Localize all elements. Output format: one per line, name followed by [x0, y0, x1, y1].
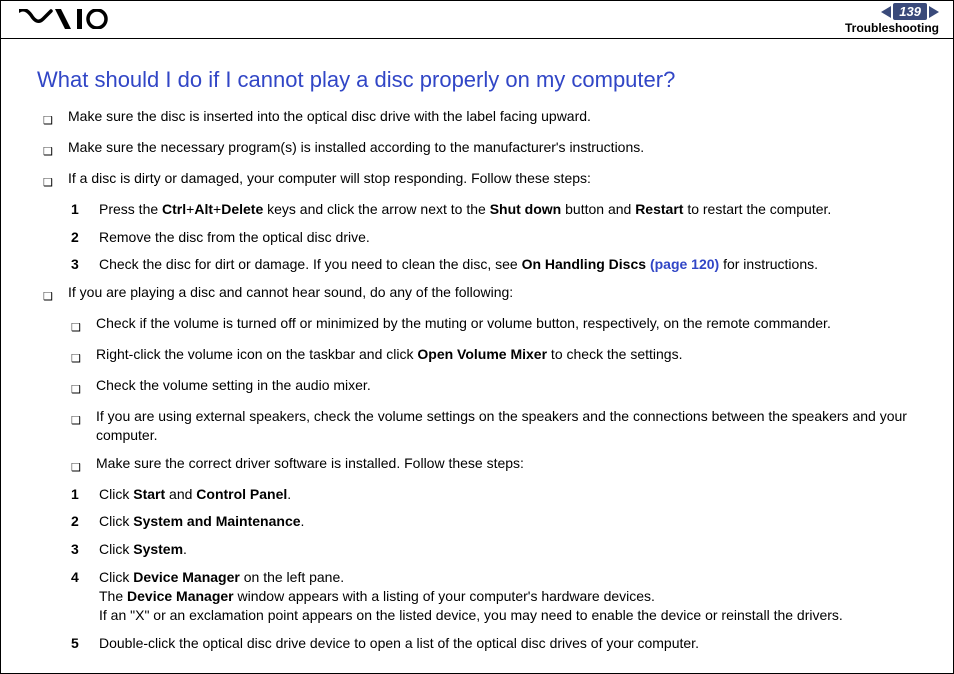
square-bullet-icon [71, 317, 82, 336]
page-number: 139 [893, 3, 927, 20]
step-number: 1 [71, 200, 85, 219]
square-bullet-icon [43, 110, 54, 129]
page-number-nav: 139 [881, 3, 939, 20]
square-bullet-icon [43, 141, 54, 160]
square-bullet-icon [71, 379, 82, 398]
step-text: Double-click the optical disc drive devi… [99, 634, 917, 653]
bullet-item: Make sure the disc is inserted into the … [43, 107, 917, 129]
square-bullet-icon [71, 410, 82, 429]
step-number: 1 [71, 485, 85, 504]
numbered-step: 4 Click Device Manager on the left pane.T… [71, 568, 917, 625]
sub-bullet-item: Right-click the volume icon on the taskb… [71, 345, 917, 367]
page-title: What should I do if I cannot play a disc… [37, 67, 917, 93]
page-link[interactable]: (page 120) [650, 256, 719, 272]
step-text: Press the Ctrl+Alt+Delete keys and click… [99, 200, 917, 219]
step-number: 3 [71, 255, 85, 274]
prev-page-arrow-icon[interactable] [881, 6, 891, 18]
numbered-step: 1 Click Start and Control Panel. [71, 485, 917, 504]
numbered-step: 2 Click System and Maintenance. [71, 512, 917, 531]
sub-bullet-item: Make sure the correct driver software is… [71, 454, 917, 476]
next-page-arrow-icon[interactable] [929, 6, 939, 18]
step-number: 2 [71, 228, 85, 247]
sub-bullet-item: Check the volume setting in the audio mi… [71, 376, 917, 398]
square-bullet-icon [43, 286, 54, 305]
page-header: 139 Troubleshooting [1, 1, 953, 39]
step-text: Click Device Manager on the left pane.Th… [99, 568, 917, 625]
step-number: 5 [71, 634, 85, 653]
page-content: What should I do if I cannot play a disc… [1, 39, 953, 672]
step-text: Remove the disc from the optical disc dr… [99, 228, 917, 247]
step-text: Click Start and Control Panel. [99, 485, 917, 504]
square-bullet-icon [43, 172, 54, 191]
step-number: 2 [71, 512, 85, 531]
square-bullet-icon [71, 457, 82, 476]
sub-bullet-item: Check if the volume is turned off or min… [71, 314, 917, 336]
sub-bullet-item: If you are using external speakers, chec… [71, 407, 917, 445]
step-number: 3 [71, 540, 85, 559]
vaio-logo [19, 9, 109, 34]
step-text: Click System. [99, 540, 917, 559]
numbered-step: 3 Click System. [71, 540, 917, 559]
numbered-step: 3 Check the disc for dirt or damage. If … [71, 255, 917, 274]
square-bullet-icon [71, 348, 82, 367]
manual-page: 139 Troubleshooting What should I do if … [0, 0, 954, 674]
step-text: Click System and Maintenance. [99, 512, 917, 531]
bullet-item: If a disc is dirty or damaged, your comp… [43, 169, 917, 191]
numbered-step: 2 Remove the disc from the optical disc d… [71, 228, 917, 247]
bullet-item: If you are playing a disc and cannot hea… [43, 283, 917, 305]
numbered-step: 1 Press the Ctrl+Alt+Delete keys and cli… [71, 200, 917, 219]
section-label: Troubleshooting [845, 21, 939, 35]
step-text: Check the disc for dirt or damage. If yo… [99, 255, 917, 274]
step-number: 4 [71, 568, 85, 587]
numbered-step: 5 Double-click the optical disc drive dev… [71, 634, 917, 653]
bullet-item: Make sure the necessary program(s) is in… [43, 138, 917, 160]
